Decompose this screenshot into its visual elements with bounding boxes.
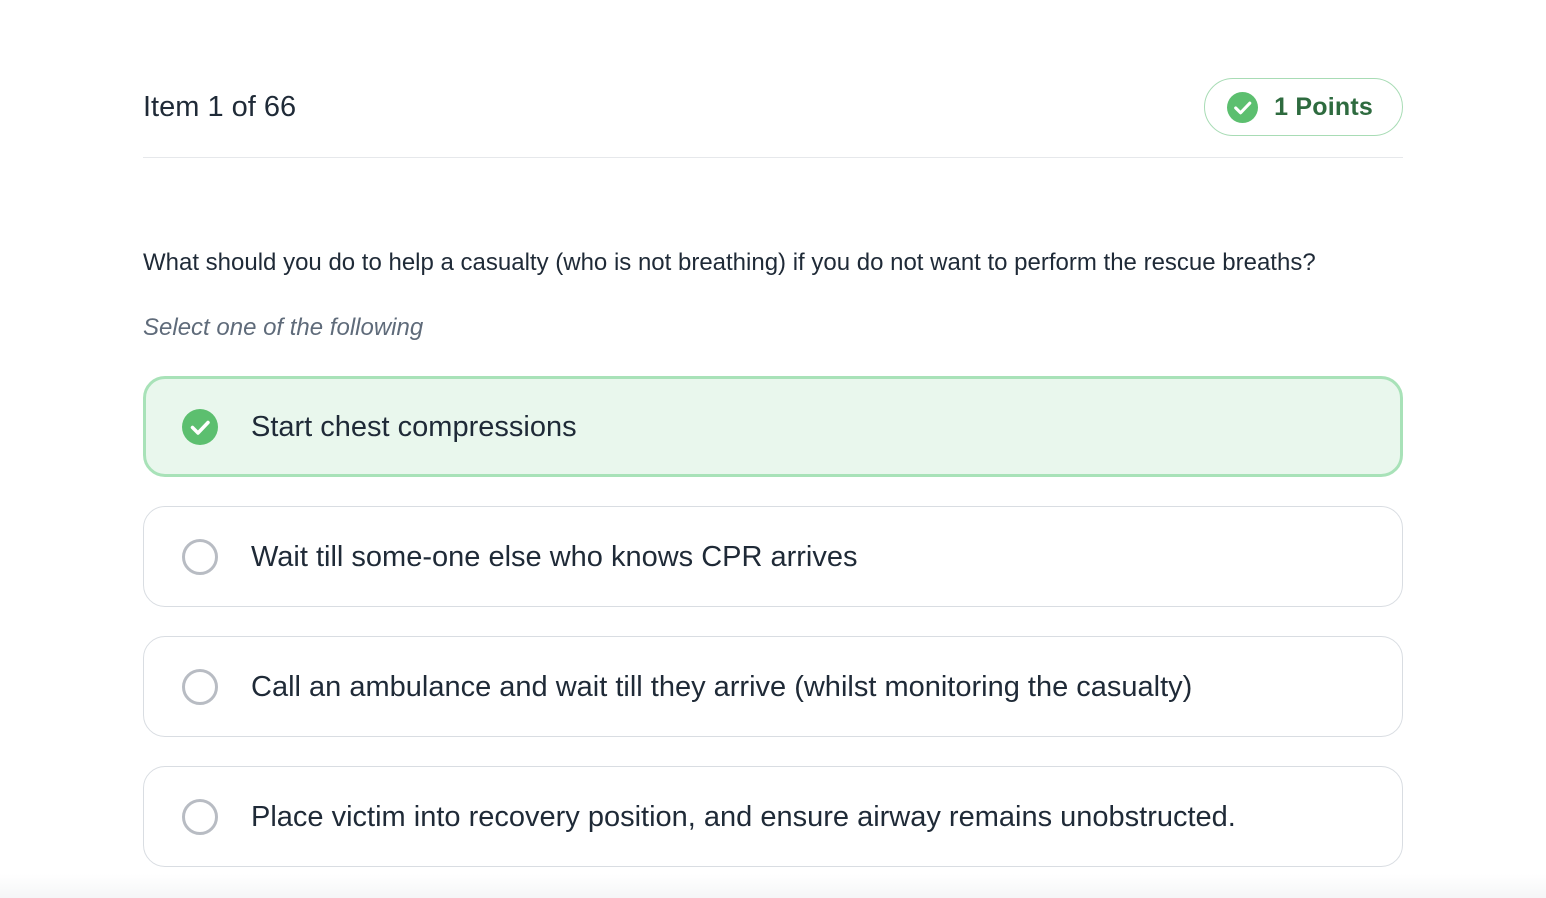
check-circle-icon [182, 408, 218, 445]
answer-option-1[interactable]: Start chest compressions [143, 376, 1403, 477]
answer-option-2[interactable]: Wait till some-one else who knows CPR ar… [143, 506, 1403, 607]
answer-option-label: Place victim into recovery position, and… [251, 800, 1236, 833]
points-badge: 1 Points [1204, 78, 1403, 136]
question-instruction: Select one of the following [143, 314, 424, 341]
radio-empty-icon[interactable] [182, 538, 218, 575]
points-label: 1 Points [1274, 92, 1373, 121]
radio-empty-icon[interactable] [182, 798, 218, 835]
answer-option-label: Start chest compressions [251, 410, 577, 443]
answer-option-3[interactable]: Call an ambulance and wait till they arr… [143, 636, 1403, 737]
answer-option-label: Call an ambulance and wait till they arr… [251, 670, 1193, 703]
quiz-page: Item 1 of 66 1 Points What should you do… [0, 0, 1546, 898]
item-header: Item 1 of 66 1 Points [143, 78, 1403, 158]
answer-option-label: Wait till some-one else who knows CPR ar… [251, 540, 858, 573]
item-counter: Item 1 of 66 [143, 91, 297, 123]
question-text: What should you do to help a casualty (w… [143, 249, 1316, 276]
answer-option-4[interactable]: Place victim into recovery position, and… [143, 766, 1403, 867]
check-circle-icon [1227, 91, 1259, 123]
answer-options: Start chest compressions Wait till some-… [143, 376, 1403, 896]
radio-empty-icon[interactable] [182, 668, 218, 705]
footer-shadow [0, 874, 1546, 898]
